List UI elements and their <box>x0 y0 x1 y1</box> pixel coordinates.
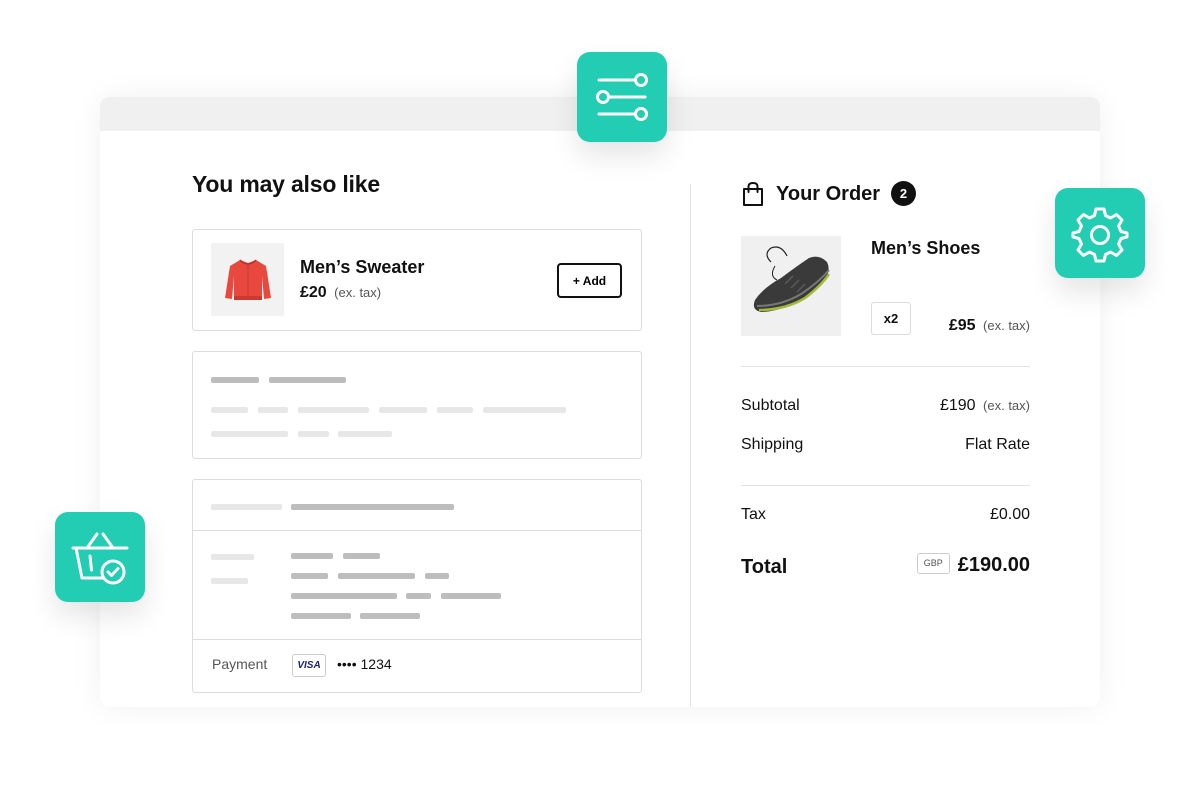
placeholder-line <box>379 407 427 413</box>
subtotal-amount: £190 <box>939 397 976 414</box>
total-label: Total <box>741 556 788 578</box>
checkout-window: You may also like Men’s Sweater £20 (ex.… <box>100 97 1100 707</box>
subtotal-value: £190 (ex. tax) <box>940 397 1030 415</box>
placeholder-line <box>343 553 380 559</box>
placeholder-line <box>211 554 254 560</box>
add-to-order-button[interactable]: + Add <box>557 263 622 298</box>
placeholder-line <box>291 573 328 579</box>
card-row-divider <box>193 639 641 640</box>
shoe-image <box>741 236 841 336</box>
order-item-name: Men’s Shoes <box>871 238 981 258</box>
payment-label: Payment <box>212 656 268 672</box>
placeholder-line <box>338 573 415 579</box>
tax-value: £0.00 <box>989 506 1030 523</box>
placeholder-line <box>211 504 282 510</box>
shipping-value: Flat Rate <box>965 436 1030 453</box>
summary-divider <box>741 366 1030 367</box>
upsell-product-card: Men’s Sweater £20 (ex. tax) + Add <box>192 229 642 331</box>
placeholder-card <box>192 351 642 459</box>
basket-check-icon <box>71 532 129 585</box>
order-item-price: £95 (ex. tax) <box>949 317 1030 335</box>
subtotal-tax-note: (ex. tax) <box>983 398 1030 413</box>
placeholder-line <box>437 407 473 413</box>
placeholder-line <box>291 593 397 599</box>
upsell-price-value: £20 <box>300 284 327 301</box>
upsell-product-price: £20 (ex. tax) <box>300 284 381 302</box>
sweater-image <box>211 243 284 316</box>
placeholder-line <box>258 407 288 413</box>
placeholder-line <box>298 407 369 413</box>
subtotal-label: Subtotal <box>741 397 800 414</box>
placeholder-line <box>425 573 449 579</box>
placeholder-line <box>298 431 329 437</box>
currency-badge: GBP <box>916 553 950 575</box>
order-count-badge: 2 <box>891 181 916 206</box>
visa-card-icon: VISA <box>292 654 326 677</box>
placeholder-line <box>360 613 420 619</box>
filters-tile <box>577 52 667 142</box>
order-title: Your Order <box>776 183 881 205</box>
tax-label: Tax <box>741 506 766 523</box>
placeholder-line <box>338 431 392 437</box>
placeholder-line <box>211 578 248 584</box>
placeholder-line <box>291 504 454 510</box>
placeholder-line <box>483 407 566 413</box>
column-divider <box>690 184 691 707</box>
total-amount: £190.00 <box>957 554 1030 576</box>
placeholder-line <box>211 431 288 437</box>
placeholder-line <box>291 613 351 619</box>
details-card: Payment VISA •••• 1234 <box>192 479 642 693</box>
placeholder-line <box>441 593 501 599</box>
upsell-tax-note: (ex. tax) <box>334 285 382 300</box>
placeholder-line <box>291 553 333 559</box>
shopping-bag-icon <box>743 181 763 206</box>
total-value: GBP £190.00 <box>916 553 1030 577</box>
summary-divider <box>741 485 1030 486</box>
quantity-badge: x2 <box>871 302 911 335</box>
gear-icon <box>1071 207 1129 263</box>
item-price-value: £95 <box>948 317 976 334</box>
upsell-product-name: Men’s Sweater <box>300 257 425 277</box>
placeholder-line <box>269 377 346 383</box>
placeholder-line <box>211 377 259 383</box>
placeholder-line <box>211 407 248 413</box>
shipping-label: Shipping <box>741 436 804 453</box>
settings-tile <box>1055 188 1145 278</box>
upsell-heading: You may also like <box>192 171 380 197</box>
item-tax-note: (ex. tax) <box>983 318 1030 333</box>
card-row-divider <box>193 530 641 531</box>
sliders-icon <box>596 73 648 121</box>
basket-tile <box>55 512 145 602</box>
placeholder-line <box>406 593 431 599</box>
checkout-illustration: You may also like Men’s Sweater £20 (ex.… <box>0 0 1200 788</box>
masked-card-number: •••• 1234 <box>337 656 392 672</box>
